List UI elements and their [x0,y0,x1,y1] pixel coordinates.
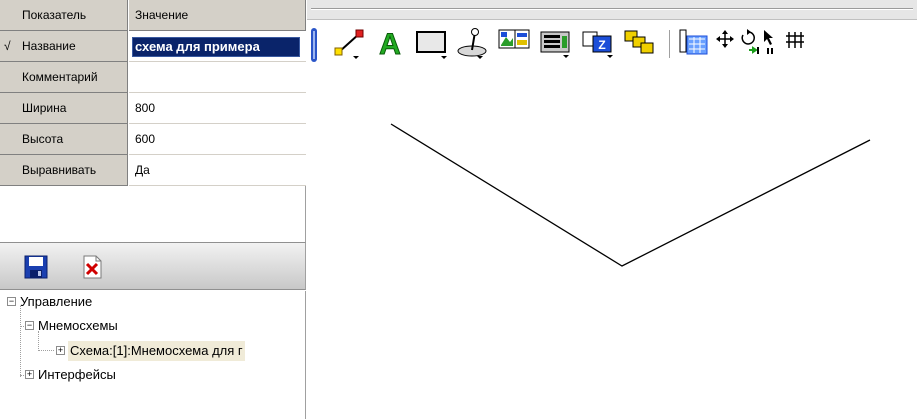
collapse-icon[interactable]: − [7,297,16,306]
expand-icon[interactable]: + [25,370,34,379]
property-grid-header: Показатель Значение [0,0,306,31]
property-row-name[interactable]: √ Название схема для примера [0,31,306,62]
toolbar-separator [669,30,670,58]
property-label: Ширина [0,93,128,124]
save-icon[interactable] [24,255,48,279]
svg-text:Z: Z [598,38,605,52]
height-value-field[interactable]: 600 [129,124,306,155]
delete-icon[interactable] [80,255,104,279]
drawing-toolbar: A Z [307,20,917,70]
tree-node-mnemo[interactable]: − Мнемосхемы [0,316,300,336]
column-header-value[interactable]: Значение [129,0,306,31]
property-grid: Показатель Значение √ Название схема для… [0,0,306,242]
property-label: Выравнивать [0,155,128,186]
pointer-icon[interactable] [761,26,779,60]
property-label: Название [22,39,76,53]
grid-icon[interactable] [783,26,807,60]
tree-node-label: Управление [20,294,93,309]
navigation-tree: − Управление − Мнемосхемы + Схема:[1]:Мн… [0,291,306,419]
expand-icon[interactable]: + [56,346,65,355]
text-tool-icon[interactable]: A [373,26,407,62]
zorder-tool-icon[interactable]: Z [581,26,615,60]
property-label: Комментарий [0,62,128,93]
property-name-label: √ Название [0,31,128,62]
width-value-field[interactable]: 800 [129,93,306,124]
group-tool-icon[interactable] [623,26,657,60]
property-label: Высота [0,124,128,155]
name-value-input[interactable]: схема для примера [132,37,300,57]
tree-node-label: Интерфейсы [38,367,116,382]
picture-tool-icon[interactable] [497,26,531,60]
device-tool-icon[interactable] [539,26,573,60]
tree-node-interfaces[interactable]: + Интерфейсы [0,365,300,385]
properties-tool-icon[interactable] [677,26,711,60]
property-row-comment[interactable]: Комментарий [0,62,306,93]
tree-node-root[interactable]: − Управление [0,292,300,312]
check-icon: √ [4,39,11,53]
property-row-width[interactable]: Ширина 800 [0,93,306,124]
rectangle-tool-icon[interactable] [415,26,449,60]
property-row-align[interactable]: Выравнивать Да [0,155,306,186]
tree-toolbar [0,242,306,290]
text-tool-glyph: A [379,28,401,60]
grip-line [311,8,913,10]
column-header-name[interactable]: Показатель [0,0,128,31]
tree-node-scheme[interactable]: + Схема:[1]:Мнемосхема для г [0,341,306,361]
line-tool-icon[interactable] [333,26,367,60]
drawing-canvas[interactable] [307,70,917,419]
collapse-icon[interactable]: − [25,321,34,330]
move-icon[interactable] [715,26,735,60]
tree-node-label: Мнемосхемы [38,318,118,333]
align-value-field[interactable]: Да [129,155,306,186]
property-row-height[interactable]: Высота 600 [0,124,306,155]
polyline-shape[interactable] [390,123,871,267]
toolbar-grip-bar [307,0,917,20]
tree-node-label: Схема:[1]:Мнемосхема для г [68,341,245,361]
property-value-cell[interactable]: схема для примера [129,31,306,62]
joystick-tool-icon[interactable] [455,26,489,60]
rotate-icon[interactable] [737,26,761,60]
toolbar-handle-icon[interactable] [311,28,317,62]
drawing-area: A Z [307,0,917,419]
comment-value-field[interactable] [129,62,306,93]
